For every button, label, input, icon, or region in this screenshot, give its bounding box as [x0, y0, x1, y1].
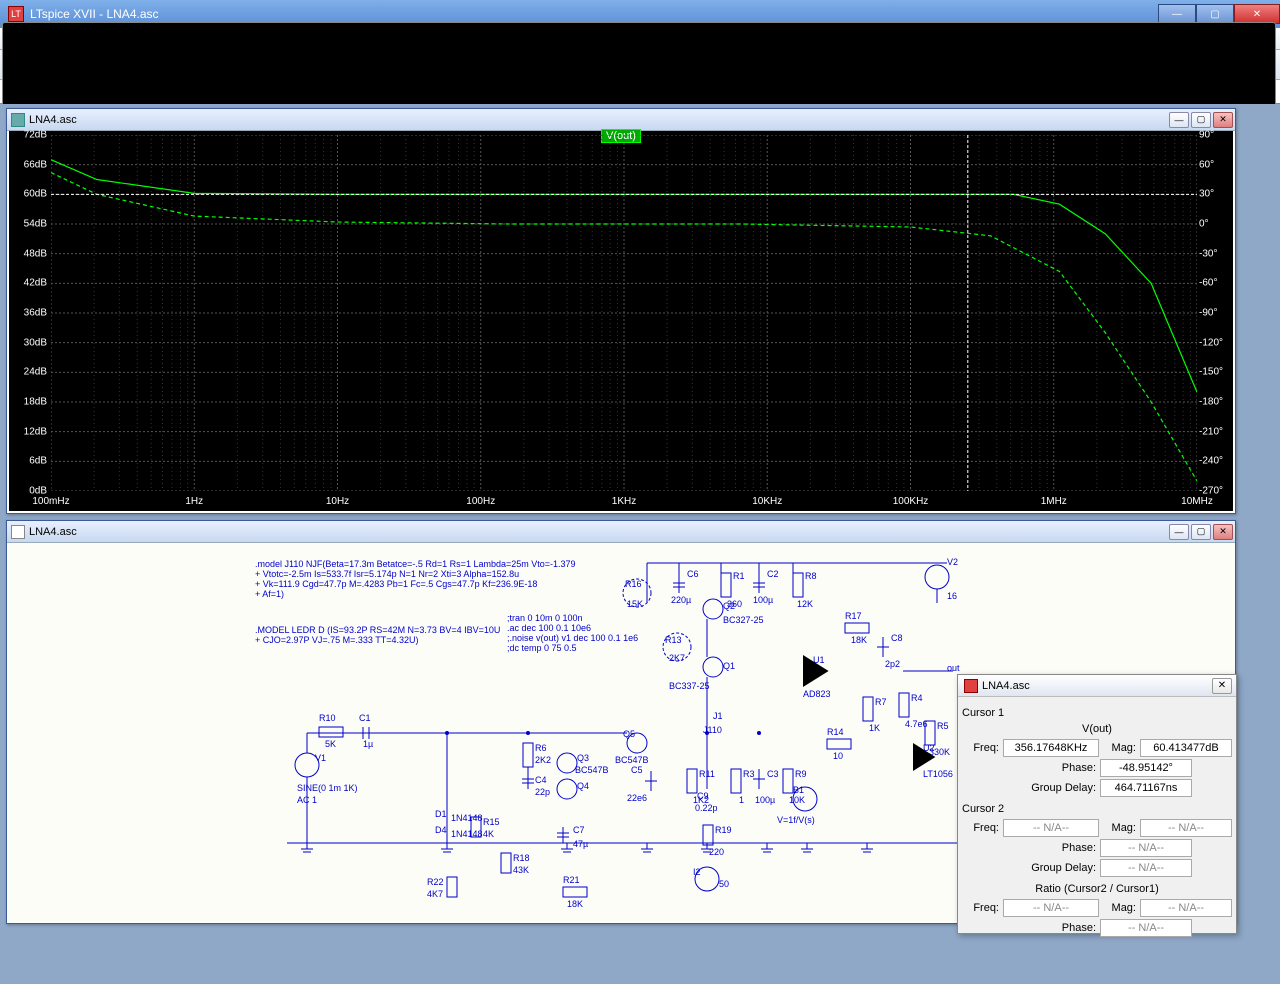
schematic-title: LNA4.asc — [29, 526, 77, 538]
cursor1-header: Cursor 1 — [962, 705, 1232, 721]
app-icon — [964, 679, 978, 693]
cursor1-mag-input[interactable] — [1140, 739, 1232, 757]
plot-maximize-button[interactable]: ▢ — [1191, 112, 1211, 128]
workspace: LNA4.asc — ▢ ✕ V(out) 100mHz1Hz10Hz100Hz… — [0, 104, 1280, 984]
cursor-panel[interactable]: LNA4.asc ✕ Cursor 1 V(out) Freq: Mag: Ph… — [957, 674, 1237, 934]
freq-label: Freq: — [962, 822, 1003, 834]
ratio-phase-input[interactable] — [1100, 919, 1192, 937]
plot-close-button[interactable]: ✕ — [1213, 112, 1233, 128]
plot-titlebar[interactable]: LNA4.asc — ▢ ✕ — [7, 109, 1235, 131]
plot-window: LNA4.asc — ▢ ✕ V(out) 100mHz1Hz10Hz100Hz… — [6, 108, 1236, 514]
plot-minimize-button[interactable]: — — [1169, 112, 1189, 128]
mag-label: Mag: — [1099, 822, 1140, 834]
plot-icon — [11, 113, 25, 127]
app-icon: LT — [8, 6, 24, 22]
phase-label: Phase: — [962, 922, 1100, 934]
cursor1-trace: V(out) — [962, 721, 1232, 737]
phase-label: Phase: — [962, 842, 1100, 854]
cursor2-freq-input[interactable] — [1003, 819, 1099, 837]
ratio-header: Ratio (Cursor2 / Cursor1) — [962, 881, 1232, 897]
window-controls: — ▢ ✕ — [1158, 4, 1280, 24]
cursor-body: Cursor 1 V(out) Freq: Mag: Phase: Group … — [958, 697, 1236, 943]
schematic-icon — [11, 525, 25, 539]
minimize-button[interactable]: — — [1158, 4, 1196, 24]
sch-minimize-button[interactable]: — — [1169, 524, 1189, 540]
cursor2-phase-input[interactable] — [1100, 839, 1192, 857]
mag-label: Mag: — [1099, 742, 1140, 754]
cursor-titlebar[interactable]: LNA4.asc ✕ — [958, 675, 1236, 697]
close-button[interactable]: ✕ — [1234, 4, 1280, 24]
gdelay-label: Group Delay: — [962, 782, 1100, 794]
cursor-title: LNA4.asc — [982, 680, 1030, 692]
cursor2-header: Cursor 2 — [962, 801, 1232, 817]
gdelay-label: Group Delay: — [962, 862, 1100, 874]
cursor2-mag-input[interactable] — [1140, 819, 1232, 837]
ratio-freq-input[interactable] — [1003, 899, 1099, 917]
freq-label: Freq: — [962, 742, 1003, 754]
app-title: LTspice XVII - LNA4.asc — [30, 7, 159, 21]
phase-label: Phase: — [962, 762, 1100, 774]
cursor1-phase-input[interactable] — [1100, 759, 1192, 777]
sch-maximize-button[interactable]: ▢ — [1191, 524, 1211, 540]
document-tabs: LNA4.asc LNA4.asc — [0, 80, 1280, 104]
cursor-close-button[interactable]: ✕ — [1212, 678, 1232, 694]
mag-label: Mag: — [1099, 902, 1140, 914]
maximize-button[interactable]: ▢ — [1196, 4, 1234, 24]
plot-area[interactable]: V(out) 100mHz1Hz10Hz100Hz1KHz10KHz100KHz… — [9, 131, 1233, 511]
sch-close-button[interactable]: ✕ — [1213, 524, 1233, 540]
cursor1-gdelay-input[interactable] — [1100, 779, 1192, 797]
cursor2-gdelay-input[interactable] — [1100, 859, 1192, 877]
schematic-titlebar[interactable]: LNA4.asc — ▢ ✕ — [7, 521, 1235, 543]
freq-label: Freq: — [962, 902, 1003, 914]
plot-title: LNA4.asc — [29, 114, 77, 126]
ratio-mag-input[interactable] — [1140, 899, 1232, 917]
cursor1-freq-input[interactable] — [1003, 739, 1099, 757]
